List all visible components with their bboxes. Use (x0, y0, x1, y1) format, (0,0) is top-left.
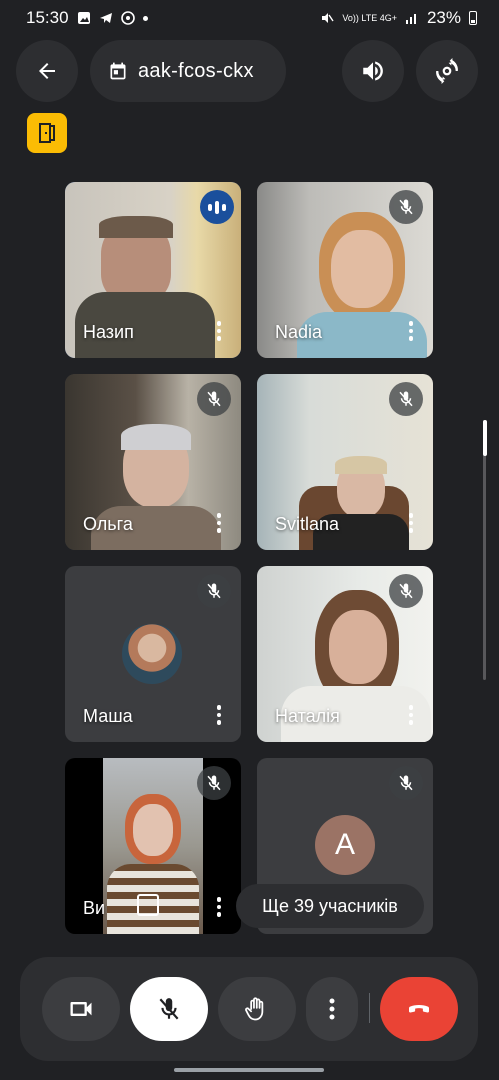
battery-icon (469, 11, 477, 25)
participant-name: Ольга (83, 514, 133, 534)
raise-hand-button[interactable] (218, 977, 296, 1041)
participant-name: Svitlana (275, 514, 340, 534)
more-options-icon[interactable] (211, 894, 227, 920)
door-icon (39, 123, 55, 143)
meeting-info-chip[interactable]: aak-fcos-ckx (90, 40, 286, 102)
mic-off-icon (389, 766, 423, 800)
status-time: 15:30 (26, 8, 69, 27)
scrollbar-thumb[interactable] (483, 420, 487, 456)
more-participants-button[interactable]: Ще 39 учасників (236, 884, 424, 928)
meeting-code: aak-fcos-ckx (138, 59, 254, 82)
mic-off-icon (197, 766, 231, 800)
self-view-tile[interactable]: Ви (65, 758, 241, 934)
participant-tile[interactable]: Наталія (257, 566, 433, 742)
mute-icon (322, 13, 334, 23)
more-actions-button[interactable] (306, 977, 358, 1041)
more-options-icon[interactable] (211, 510, 227, 536)
back-button[interactable] (16, 40, 78, 102)
mic-off-icon (197, 574, 231, 608)
mic-off-icon (389, 574, 423, 608)
mic-off-icon (389, 190, 423, 224)
participant-name: Nadia (275, 322, 323, 342)
participant-tile[interactable]: Nadia (257, 182, 433, 358)
calendar-icon (110, 62, 126, 80)
mic-off-icon (389, 382, 423, 416)
network-indicator: Vo)) LTE 4G+ (342, 13, 397, 23)
avatar (122, 624, 182, 684)
controls-divider (369, 993, 370, 1023)
battery-percent: 23% (426, 8, 461, 27)
participant-tile[interactable]: Назип (65, 182, 241, 358)
leave-room-badge[interactable] (27, 113, 67, 153)
home-indicator[interactable] (174, 1068, 324, 1072)
signal-icon (405, 14, 416, 24)
add-effect-icon[interactable] (137, 894, 159, 916)
gallery-icon (77, 12, 90, 24)
participant-tile[interactable]: Svitlana (257, 374, 433, 550)
more-options-icon[interactable] (403, 510, 419, 536)
notification-dot-icon (142, 15, 148, 21)
participant-tile[interactable]: Ольга (65, 374, 241, 550)
hand-icon (245, 997, 264, 1021)
avatar: A (315, 815, 375, 875)
arrow-back-icon (39, 63, 55, 79)
more-options-icon[interactable] (403, 702, 419, 728)
whatsapp-icon (120, 11, 135, 25)
camera-icon (70, 1002, 92, 1016)
speaking-indicator (200, 190, 234, 224)
participant-name: Маша (83, 706, 133, 726)
camera-toggle-button[interactable] (42, 977, 120, 1041)
audio-output-button[interactable] (342, 40, 404, 102)
hang-up-icon (409, 1005, 429, 1013)
participant-name: Наталія (275, 706, 340, 726)
flip-camera-icon (436, 58, 458, 84)
speaker-icon (363, 61, 383, 81)
more-vertical-icon (329, 998, 335, 1020)
status-bar: 15:30 Vo)) LTE 4G+ 23% (0, 0, 499, 36)
end-call-button[interactable] (380, 977, 458, 1041)
switch-camera-button[interactable] (416, 40, 478, 102)
more-options-icon[interactable] (403, 318, 419, 344)
mic-toggle-button[interactable] (130, 977, 208, 1041)
participant-name: Ви (83, 898, 106, 918)
mic-off-icon (159, 998, 179, 1020)
participant-name: Назип (83, 322, 134, 342)
participant-tile[interactable]: Маша (65, 566, 241, 742)
telegram-icon (99, 13, 112, 23)
more-options-icon[interactable] (211, 702, 227, 728)
mic-off-icon (197, 382, 231, 416)
scrollbar-track (483, 420, 486, 680)
more-options-icon[interactable] (211, 318, 227, 344)
